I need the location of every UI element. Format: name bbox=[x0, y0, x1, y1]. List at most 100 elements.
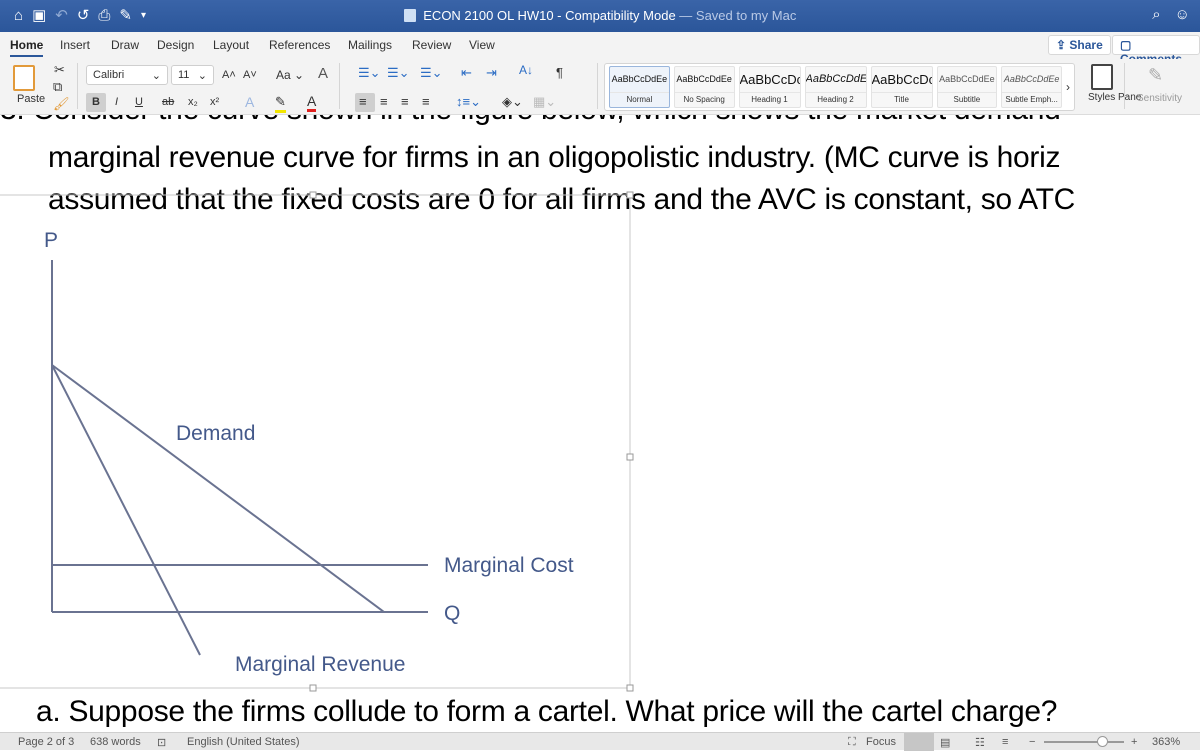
print-layout-view[interactable] bbox=[904, 733, 934, 751]
sort-icon[interactable]: A↓ bbox=[519, 63, 533, 77]
bullets-icon[interactable]: ☰⌄ bbox=[358, 65, 381, 81]
text-effects-icon[interactable]: A bbox=[245, 94, 254, 110]
numbering-icon[interactable]: ☰⌄ bbox=[387, 65, 410, 81]
font-color-icon[interactable]: A bbox=[307, 93, 317, 112]
change-case-button[interactable]: Aa ⌄ bbox=[276, 68, 304, 82]
demand-line bbox=[51, 364, 385, 613]
tab-review[interactable]: Review bbox=[412, 38, 451, 52]
style-heading-1[interactable]: AaBbCcDc Heading 1 bbox=[738, 66, 801, 108]
font-name-select[interactable]: Calibri ⌄ bbox=[86, 65, 168, 85]
styles-gallery: AaBbCcDdEe Normal AaBbCcDdEe No Spacing Aa… bbox=[604, 63, 1075, 111]
align-left-icon[interactable]: ≡ bbox=[359, 94, 367, 109]
status-bar: Page 2 of 3 638 words ⊡ English (United … bbox=[0, 732, 1200, 751]
save-status[interactable]: — Saved to my Mac bbox=[679, 8, 796, 23]
underline-button[interactable]: U bbox=[135, 96, 143, 108]
shrink-font-icon[interactable]: A˅ bbox=[243, 69, 257, 81]
demand-label: Demand bbox=[176, 422, 255, 445]
resize-handle-bottom[interactable] bbox=[309, 684, 317, 692]
sensitivity-icon[interactable]: ✎ bbox=[1148, 65, 1163, 86]
comment-icon: ▢ bbox=[1120, 38, 1132, 52]
focus-button[interactable]: Focus bbox=[866, 736, 896, 748]
style-title[interactable]: AaBbCcDc Title bbox=[870, 66, 933, 108]
paste-icon[interactable] bbox=[13, 65, 35, 91]
sensitivity-button[interactable]: Sensitivity bbox=[1137, 93, 1182, 104]
compat-mode: Compatibility Mode bbox=[565, 8, 676, 23]
zoom-slider-handle[interactable] bbox=[1096, 736, 1108, 747]
line-spacing-icon[interactable]: ↕≡⌄ bbox=[456, 94, 481, 110]
share-icon: ⇪ bbox=[1056, 38, 1070, 52]
increase-indent-icon[interactable]: ⇥ bbox=[486, 65, 497, 81]
borders-icon[interactable]: ▦⌄ bbox=[533, 94, 556, 110]
clear-formatting-icon[interactable]: A bbox=[318, 65, 328, 82]
tab-mailings[interactable]: Mailings bbox=[348, 38, 392, 52]
draft-view-icon[interactable]: ≡ bbox=[1002, 736, 1008, 748]
page-indicator[interactable]: Page 2 of 3 bbox=[18, 736, 74, 748]
zoom-level[interactable]: 363% bbox=[1152, 736, 1180, 748]
style-subtle-emphasis[interactable]: AaBbCcDdEe Subtle Emph... bbox=[1001, 66, 1062, 108]
styles-more-icon[interactable]: › bbox=[1066, 66, 1070, 108]
format-painter-icon[interactable]: 🖌 bbox=[53, 96, 70, 112]
x-axis-label: Q bbox=[444, 602, 460, 625]
tab-insert[interactable]: Insert bbox=[60, 38, 90, 52]
styles-pane-button[interactable]: Styles Pane bbox=[1088, 93, 1141, 103]
resize-handle-top-right[interactable] bbox=[626, 191, 634, 199]
share-button[interactable]: ⇪ Share bbox=[1048, 35, 1111, 55]
tab-references[interactable]: References bbox=[269, 38, 330, 52]
align-center-icon[interactable]: ≡ bbox=[380, 94, 388, 109]
web-layout-icon[interactable]: ▤ bbox=[940, 736, 950, 749]
economics-figure[interactable]: P Demand Marginal Cost Q Marginal Revenu… bbox=[0, 115, 1200, 732]
zoom-slider[interactable] bbox=[1044, 736, 1124, 747]
tab-design[interactable]: Design bbox=[157, 38, 194, 52]
highlight-icon[interactable]: ✎ bbox=[275, 94, 286, 113]
font-size-select[interactable]: 11 ⌄ bbox=[171, 65, 214, 85]
marginal-cost-label: Marginal Cost bbox=[444, 554, 574, 577]
comments-button[interactable]: ▢ Comments bbox=[1112, 35, 1200, 66]
superscript-button[interactable]: x² bbox=[210, 96, 219, 108]
resize-handle-bottom-right[interactable] bbox=[626, 684, 634, 692]
outline-view-icon[interactable]: ☷ bbox=[975, 736, 985, 749]
subscript-button[interactable]: x₂ bbox=[188, 96, 198, 108]
word-count[interactable]: 638 words bbox=[90, 736, 141, 748]
search-icon[interactable]: ⌕ bbox=[1152, 6, 1160, 23]
tab-draw[interactable]: Draw bbox=[111, 38, 139, 52]
style-subtitle[interactable]: AaBbCcDdEe Subtitle bbox=[936, 66, 998, 108]
zoom-out-button[interactable]: − bbox=[1029, 736, 1035, 748]
align-right-icon[interactable]: ≡ bbox=[401, 94, 409, 109]
ribbon-tabs: Home Insert Draw Design Layout Reference… bbox=[0, 32, 1200, 66]
focus-icon: ⛶ bbox=[848, 736, 856, 748]
styles-pane-icon[interactable] bbox=[1091, 64, 1113, 90]
justify-icon[interactable]: ≡ bbox=[422, 94, 430, 109]
bold-button[interactable]: B bbox=[92, 96, 100, 108]
resize-handle-top[interactable] bbox=[309, 191, 317, 199]
ribbon-home: Paste ✂ ⧉ 🖌 Calibri ⌄ 11 ⌄ A˄ A˅ Aa ⌄ A B … bbox=[0, 59, 1200, 115]
feedback-smiley-icon[interactable]: ☺ bbox=[1175, 6, 1190, 23]
document-canvas[interactable]: 3. Consider the curve shown in the figur… bbox=[0, 115, 1200, 732]
style-heading-2[interactable]: AaBbCcDdE Heading 2 bbox=[804, 66, 867, 108]
document-icon bbox=[403, 9, 416, 22]
paste-label[interactable]: Paste bbox=[17, 93, 45, 105]
resize-handle-right[interactable] bbox=[626, 453, 634, 461]
multilevel-list-icon[interactable]: ☰⌄ bbox=[420, 65, 443, 81]
tab-home[interactable]: Home bbox=[10, 38, 44, 57]
decrease-indent-icon[interactable]: ⇤ bbox=[461, 65, 472, 81]
y-axis-label: P bbox=[44, 229, 58, 252]
marginal-revenue-label: Marginal Revenue bbox=[235, 653, 405, 676]
language-indicator[interactable]: English (United States) bbox=[187, 736, 300, 748]
tab-layout[interactable]: Layout bbox=[213, 38, 249, 52]
italic-button[interactable]: I bbox=[115, 96, 118, 108]
style-no-spacing[interactable]: AaBbCcDdEe No Spacing bbox=[673, 66, 735, 108]
grow-font-icon[interactable]: A˄ bbox=[222, 69, 236, 81]
tab-view[interactable]: View bbox=[469, 38, 495, 52]
window-title: ECON 2100 OL HW10 - Compatibility Mode —… bbox=[0, 8, 1200, 23]
copy-icon[interactable]: ⧉ bbox=[53, 79, 62, 95]
shading-icon[interactable]: ◈⌄ bbox=[502, 94, 523, 110]
zoom-in-button[interactable]: + bbox=[1131, 736, 1137, 748]
question-a: a. Suppose the firms collude to form a c… bbox=[36, 695, 1058, 728]
strikethrough-button[interactable]: ab bbox=[162, 96, 174, 108]
cut-icon[interactable]: ✂ bbox=[54, 62, 65, 78]
style-normal[interactable]: AaBbCcDdEe Normal bbox=[609, 66, 670, 108]
title-bar: ⌂ ▣ ↶ ↺ ⎙ ✎ ▾ ECON 2100 OL HW10 - Compat… bbox=[0, 0, 1200, 32]
doc-title: ECON 2100 OL HW10 bbox=[423, 8, 554, 23]
proofing-icon[interactable]: ⊡ bbox=[157, 736, 166, 749]
show-formatting-icon[interactable]: ¶ bbox=[556, 65, 563, 80]
